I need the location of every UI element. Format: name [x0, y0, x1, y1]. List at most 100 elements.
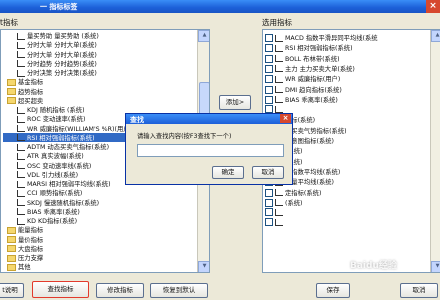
tree-indicator-item[interactable]: 量买势助 量买势助 (系统) [3, 31, 209, 40]
tree-item-label: 分时决策 分时决策(系统) [27, 70, 97, 77]
find-dialog-title: 查找 [130, 116, 144, 124]
tree-folder-item[interactable]: 超买超卖 [3, 96, 199, 105]
add-button[interactable]: 添加> [219, 95, 251, 110]
selected-item-label: (系统) [285, 199, 303, 207]
tree-indicator-item[interactable]: KD KD指标(系统) [3, 216, 209, 225]
tree-indicator-item[interactable]: BIAS 乖离率(系统) [3, 207, 209, 216]
find-ok-button[interactable]: 确定 [212, 166, 244, 179]
selected-indicator-item[interactable] [265, 208, 425, 217]
line-chart-icon [17, 115, 25, 123]
find-dialog: 查找 × 请输入查找内容(按F3查找下一个) 确定 取消 [125, 113, 293, 185]
tree-indicator-item[interactable]: CCI 顺势指标(系统) [3, 188, 209, 197]
tree-item-label: SKDJ 慢速随机指标(系统) [27, 199, 100, 207]
tree-item-label: 分时趋势 分时趋势(系统) [27, 60, 97, 68]
line-chart-icon [17, 143, 25, 151]
line-chart-icon [17, 106, 25, 114]
line-chart-icon [275, 34, 283, 42]
tree-indicator-item[interactable]: 分时决策 分时决策(系统) [3, 68, 209, 77]
watermark-logo: Baidu经验 [350, 261, 397, 271]
scroll-down-icon[interactable]: ▼ [198, 261, 209, 272]
checkbox-icon[interactable] [265, 188, 273, 197]
selected-item-label: DMI 趋向指标(系统) [285, 86, 342, 94]
selected-indicator-item[interactable] [265, 218, 425, 227]
window-close-button[interactable]: × [426, 0, 440, 13]
line-chart-icon [17, 217, 25, 225]
checkbox-icon[interactable] [265, 34, 273, 42]
line-chart-icon [275, 55, 283, 63]
line-chart-icon [17, 60, 25, 68]
checkbox-icon[interactable] [265, 64, 273, 73]
tree-item-label: ATR 真实波幅(系统) [27, 153, 84, 161]
tree-folder-item[interactable]: 压力支撑 [3, 253, 199, 262]
line-chart-icon [17, 171, 25, 179]
scroll-down-icon[interactable]: ▼ [431, 261, 440, 272]
line-chart-icon [275, 199, 283, 207]
tree-item-label: 基金指标 [18, 79, 44, 87]
tree-item-label: 压力支撑 [18, 255, 44, 262]
selected-item-label: WR 威廉指标(用户) [285, 76, 341, 84]
line-chart-icon [17, 134, 25, 142]
right-panel-label: 选用指标 [262, 18, 292, 27]
line-chart-icon [275, 75, 283, 83]
find-indicator-button[interactable]: 查找指标 [32, 281, 89, 298]
selected-indicator-item[interactable]: DMI 趋向指标(系统) [265, 85, 425, 94]
checkbox-icon[interactable] [265, 75, 273, 84]
checkbox-icon[interactable] [265, 208, 273, 217]
checkbox-icon[interactable] [265, 218, 273, 227]
tree-folder-item[interactable]: 量价指标 [3, 235, 199, 244]
restore-default-button[interactable]: 恢复到默认 [150, 283, 208, 298]
scroll-up-icon[interactable]: ▲ [198, 30, 209, 42]
selected-indicator-item[interactable]: RSI 相对强弱指标(系统) [265, 43, 425, 53]
line-chart-icon [17, 41, 25, 49]
tree-folder-item[interactable]: 趋势指标 [3, 87, 199, 96]
checkbox-icon[interactable] [265, 44, 273, 53]
find-cancel-button[interactable]: 取消 [252, 166, 284, 179]
tree-indicator-item[interactable]: 分时趋势 分时趋势(系统) [3, 59, 209, 68]
line-chart-icon [17, 189, 25, 197]
folder-icon [7, 78, 16, 86]
cancel-button[interactable]: 取消 [400, 283, 438, 298]
checkbox-icon[interactable] [265, 105, 273, 114]
selected-indicator-item[interactable]: WR 威廉指标(用户) [265, 74, 425, 84]
selected-indicator-item[interactable]: (系统) [265, 198, 425, 207]
selected-indicator-item[interactable]: MACD 指数平滑异同平均线(系统 [265, 33, 425, 42]
tree-folder-item[interactable]: 大盘指标 [3, 244, 199, 253]
find-text-input[interactable] [137, 144, 284, 157]
modify-indicator-button[interactable]: 修改指标 [96, 283, 144, 298]
line-chart-icon [275, 105, 283, 113]
scroll-up-icon[interactable]: ▲ [431, 30, 440, 42]
tree-indicator-item[interactable]: SKDJ 慢速随机指标(系统) [3, 198, 209, 207]
selected-item-label: 重指数平均线(系统) [285, 168, 341, 176]
checkbox-icon[interactable] [265, 198, 273, 207]
tree-folder-item[interactable]: 基金指标 [3, 77, 199, 86]
selected-indicator-item[interactable]: BOLL 布林带(系统) [265, 54, 425, 63]
selected-indicator-item[interactable]: 定指标(系统) [265, 188, 425, 197]
line-chart-icon [17, 125, 25, 132]
folder-icon [7, 88, 16, 95]
tree-item-label: KD KD指标(系统) [27, 218, 78, 225]
window-title-bar: 一 指标标签 × [0, 0, 440, 13]
tree-item-label: BIAS 乖离率(系统) [27, 208, 80, 216]
line-chart-icon [275, 189, 283, 196]
selected-indicator-item[interactable]: BIAS 乖离率(系统) [265, 95, 425, 104]
folder-icon [7, 236, 16, 243]
tree-item-label: 能量指标 [18, 227, 44, 235]
explain-button[interactable]: t说明 [0, 283, 24, 298]
tree-item-label: VDL 引力线(系统) [27, 171, 79, 179]
tree-indicator-item[interactable]: 分时大单 分时大单(系统) [3, 50, 209, 59]
tree-folder-item[interactable]: 其他 [3, 262, 199, 271]
tree-item-label: 分时大单 分时大单(系统) [27, 42, 97, 50]
line-chart-icon [275, 218, 283, 226]
selected-indicator-item[interactable]: 主力 主力买卖大单(系统) [265, 64, 425, 73]
tree-indicator-item[interactable]: 分时大单 分时大单(系统) [3, 40, 209, 49]
tree-folder-item[interactable]: 能量指标 [3, 225, 199, 234]
checkbox-icon[interactable] [265, 85, 273, 94]
checkbox-icon[interactable] [265, 54, 273, 63]
line-chart-icon [275, 208, 283, 216]
line-chart-icon [275, 96, 283, 104]
save-button[interactable]: 保存 [316, 283, 350, 298]
checkbox-icon[interactable] [265, 95, 273, 104]
tree-item-label: 量价指标 [18, 236, 44, 244]
find-dialog-close-button[interactable]: × [280, 114, 291, 123]
right-scrollbar[interactable]: ▲ ▼ [430, 30, 440, 272]
